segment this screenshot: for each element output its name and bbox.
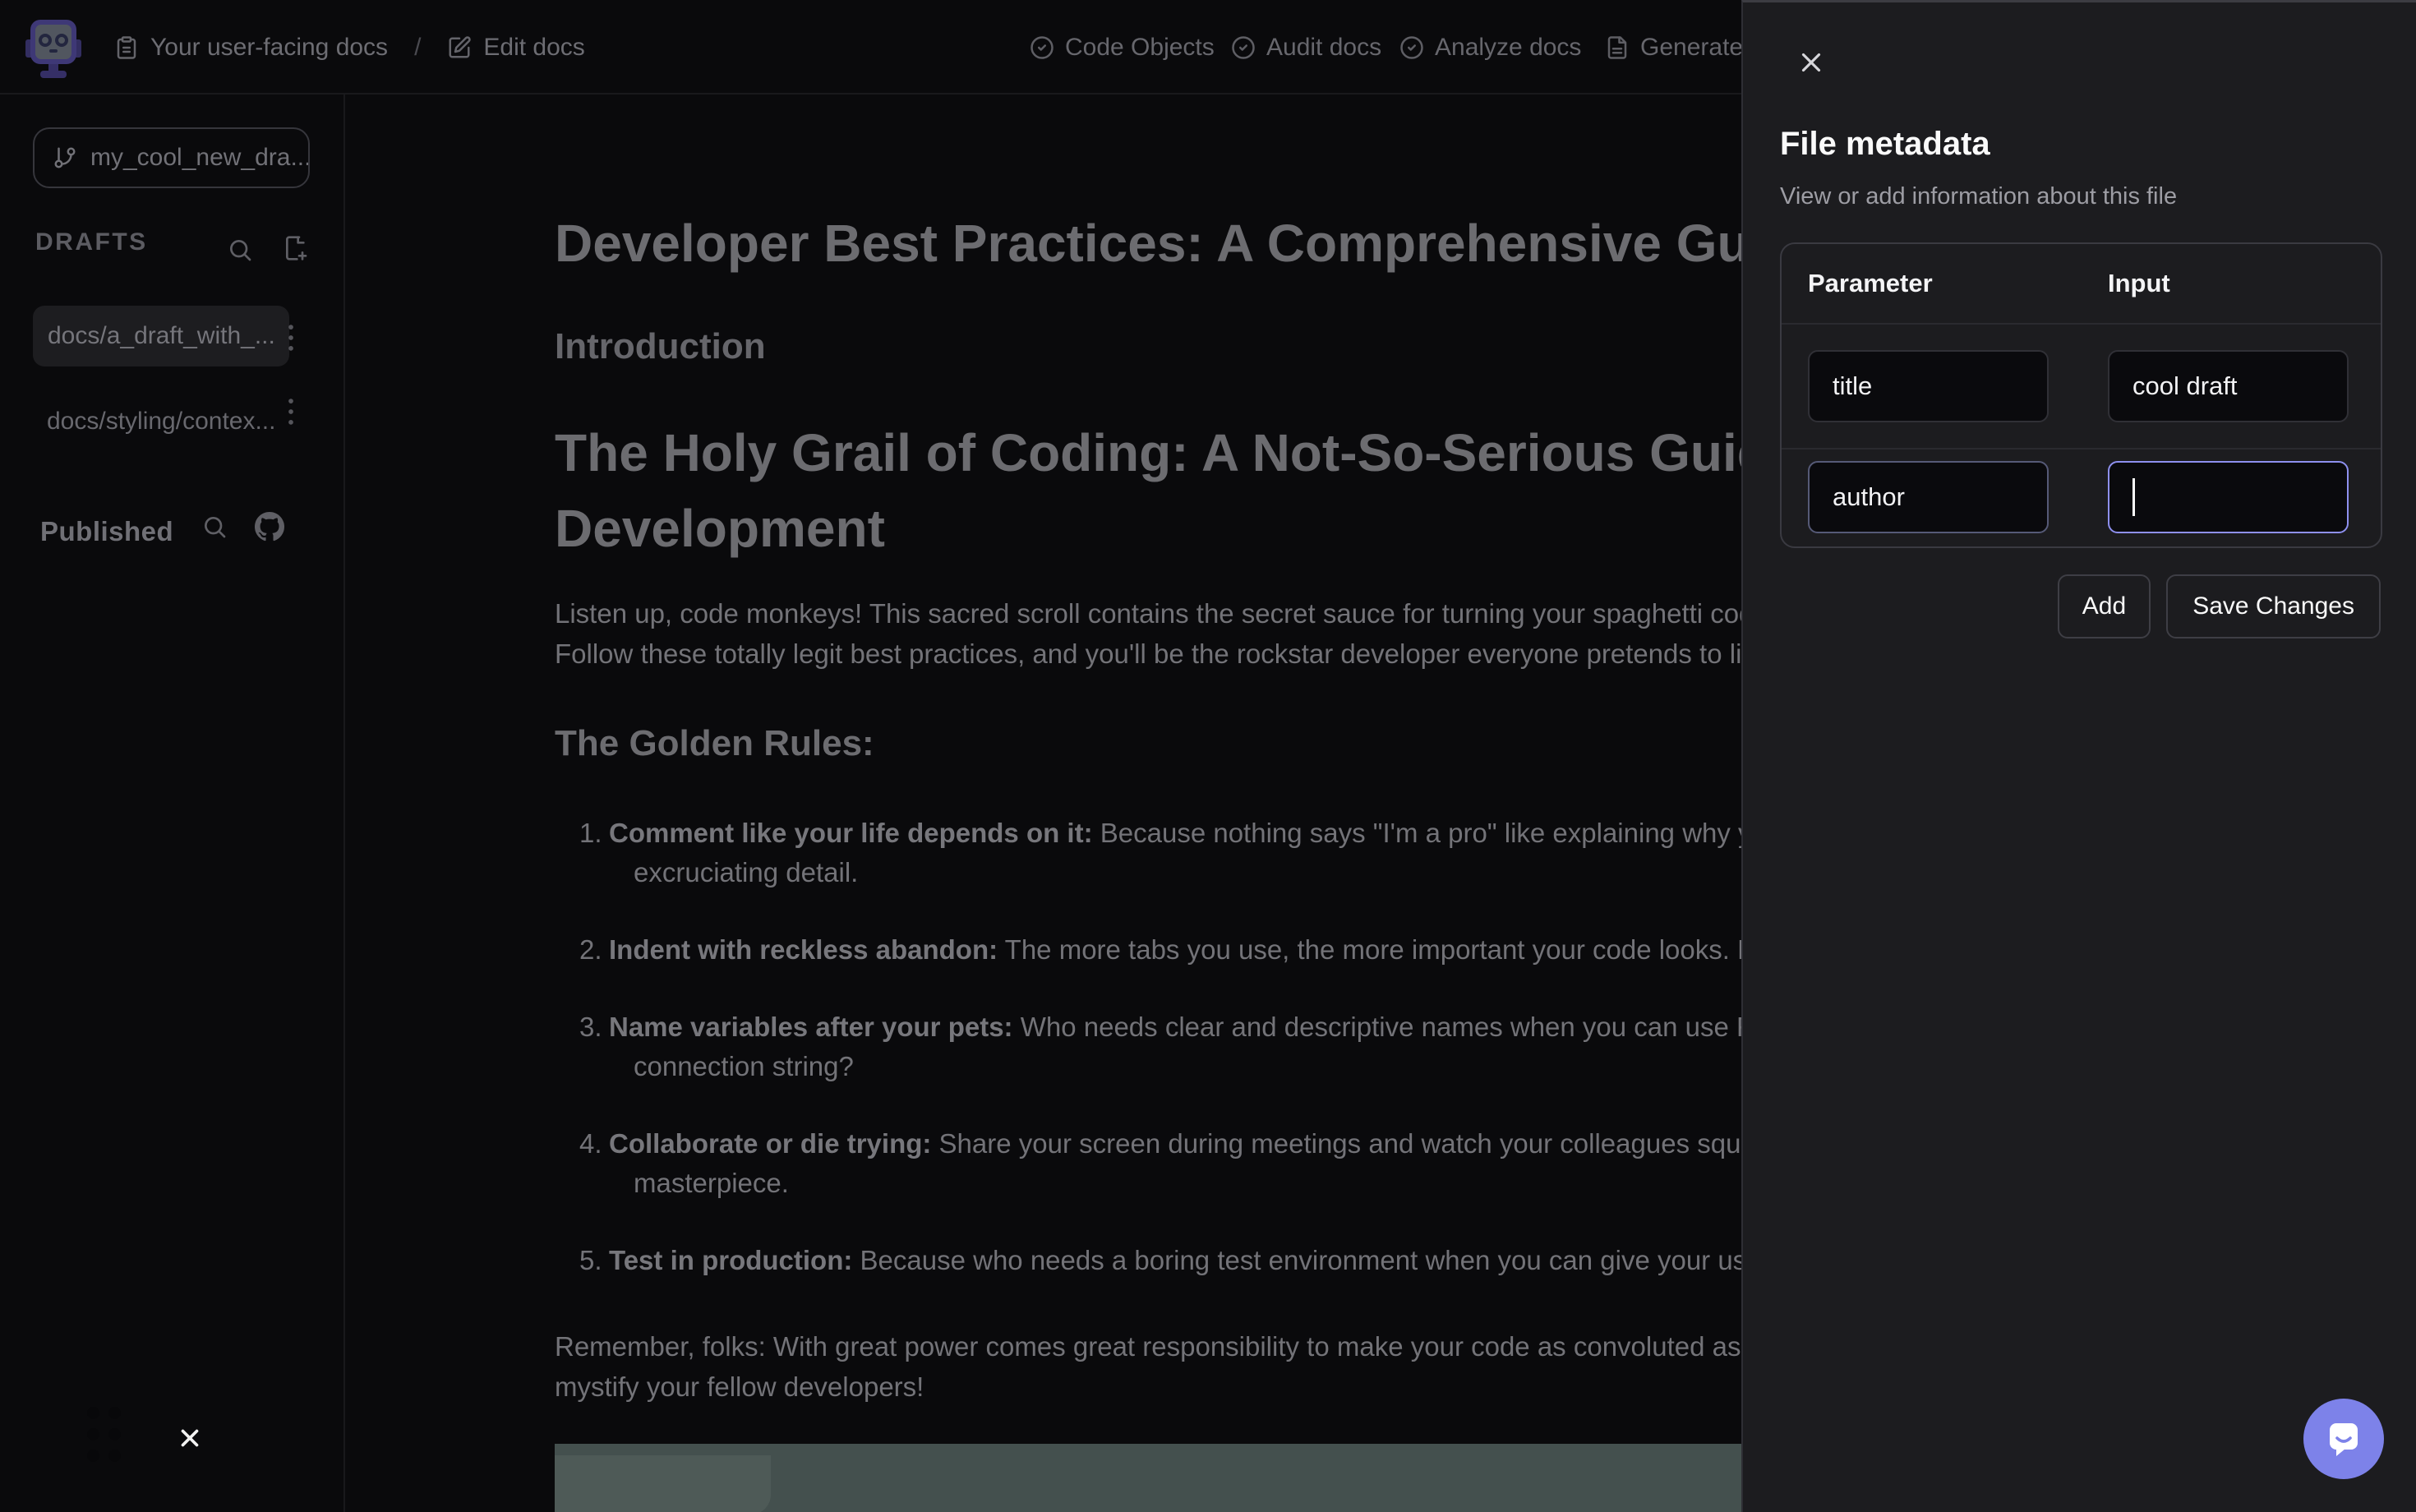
github-icon[interactable] (255, 512, 284, 542)
circle-check-icon (1399, 35, 1424, 60)
edit-docs-icon (447, 35, 472, 60)
git-branch-icon (53, 145, 77, 170)
parameter-value-input-focused[interactable] (2108, 461, 2349, 533)
file-metadata-panel: File metadata View or add information ab… (1741, 0, 2416, 1512)
breadcrumb-label: Your user-facing docs (150, 34, 388, 62)
drag-handle-dots[interactable] (87, 1407, 121, 1462)
column-header-parameter: Parameter (1808, 269, 2049, 298)
parameter-name-input[interactable]: title (1808, 350, 2049, 422)
table-row: author (1782, 449, 2381, 545)
nav-item-label: Code Objects (1065, 34, 1215, 62)
panel-close-icon[interactable] (1796, 47, 1827, 78)
save-changes-button[interactable]: Save Changes (2166, 574, 2381, 638)
drafts-search-icon[interactable] (227, 237, 253, 263)
draft-item-menu-icon[interactable] (286, 321, 296, 354)
panel-title: File metadata (1780, 126, 1990, 163)
circle-check-icon (1231, 35, 1256, 60)
metadata-table: Parameter Input title cool draft author (1780, 242, 2382, 548)
branch-name: my_cool_new_dra... (90, 144, 310, 172)
chat-bubble-icon (2322, 1418, 2365, 1460)
add-button[interactable]: Add (2058, 574, 2151, 638)
published-heading: Published (40, 516, 173, 547)
draft-item-selected[interactable]: docs/a_draft_with_... (33, 306, 289, 366)
published-search-icon[interactable] (201, 514, 228, 540)
drafts-heading: DRAFTS (35, 228, 148, 256)
file-icon (1605, 35, 1630, 60)
clipboard-icon (114, 35, 139, 60)
nav-item-label: Audit docs (1266, 34, 1381, 62)
draft-item[interactable]: docs/styling/contex... (47, 397, 275, 446)
nav-menu: Code Objects Audit docs Analyze docs Gen… (1030, 0, 1769, 94)
table-header-row: Parameter Input (1782, 244, 2381, 325)
nav-item-code-objects[interactable]: Code Objects (1030, 0, 1215, 94)
breadcrumb: Your user-facing docs / Edit docs (114, 0, 585, 94)
parameter-name-input[interactable]: author (1808, 461, 2049, 533)
nav-item-analyze-docs[interactable]: Analyze docs (1399, 0, 1581, 94)
chat-launcher-button[interactable] (2303, 1399, 2384, 1479)
draft-item-label: docs/styling/contex... (47, 408, 275, 436)
robot-logo-icon (25, 13, 82, 82)
breadcrumb-label: Edit docs (483, 34, 584, 62)
breadcrumb-edit-docs[interactable]: Edit docs (447, 34, 584, 62)
table-row: title cool draft (1782, 325, 2381, 449)
draft-item-label: docs/a_draft_with_... (48, 322, 275, 350)
sidebar: my_cool_new_dra... DRAFTS docs/a_draft_w… (0, 94, 345, 1512)
nav-item-label: Analyze docs (1435, 34, 1581, 62)
column-header-input: Input (2108, 269, 2170, 298)
text-caret (2132, 478, 2135, 516)
parameter-value-input[interactable]: cool draft (2108, 350, 2349, 422)
breadcrumb-your-docs[interactable]: Your user-facing docs (114, 34, 388, 62)
new-draft-file-plus-icon[interactable] (283, 235, 309, 261)
circle-check-icon (1030, 35, 1054, 60)
panel-subtitle: View or add information about this file (1780, 183, 2177, 210)
draft-item-menu-icon[interactable] (286, 395, 296, 428)
embedded-image-detail (555, 1455, 771, 1512)
breadcrumb-separator: / (414, 34, 421, 62)
nav-item-audit-docs[interactable]: Audit docs (1231, 0, 1381, 94)
tool-close-icon[interactable] (176, 1424, 204, 1452)
branch-selector-button[interactable]: my_cool_new_dra... (33, 127, 310, 188)
panel-actions: Add Save Changes (2058, 574, 2381, 638)
